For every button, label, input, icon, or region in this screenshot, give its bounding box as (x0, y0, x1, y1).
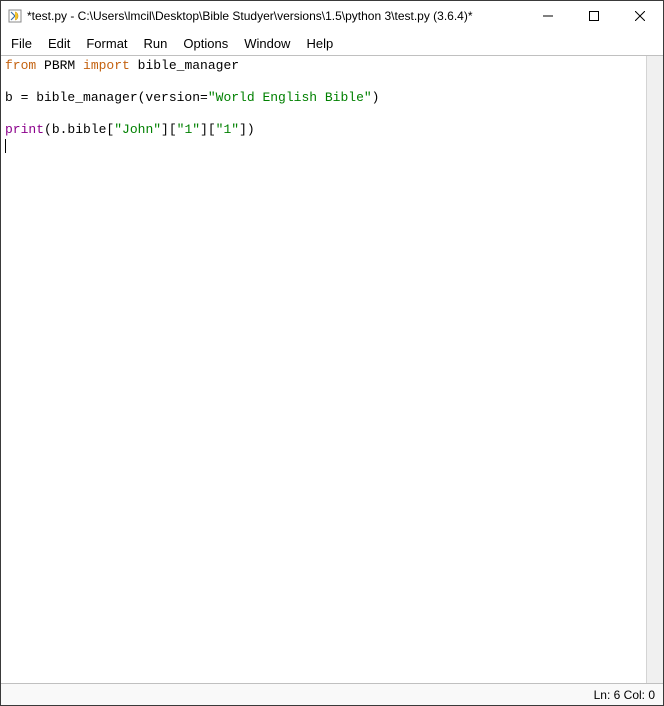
app-icon (7, 8, 23, 24)
menu-options[interactable]: Options (175, 34, 236, 53)
statusbar: Ln: 6 Col: 0 (1, 683, 663, 705)
menu-help[interactable]: Help (298, 34, 341, 53)
code-editor[interactable]: from PBRM import bible_manager b = bible… (1, 56, 663, 683)
menu-edit[interactable]: Edit (40, 34, 78, 53)
menu-window[interactable]: Window (236, 34, 298, 53)
menubar: File Edit Format Run Options Window Help (1, 31, 663, 55)
editor-wrap: from PBRM import bible_manager b = bible… (1, 55, 663, 683)
text-cursor (5, 139, 6, 153)
minimize-button[interactable] (525, 1, 571, 31)
code-token: ) (372, 90, 380, 105)
menu-run[interactable]: Run (136, 34, 176, 53)
cursor-position: Ln: 6 Col: 0 (594, 688, 655, 702)
close-button[interactable] (617, 1, 663, 31)
titlebar[interactable]: *test.py - C:\Users\lmcil\Desktop\Bible … (1, 1, 663, 31)
code-token: "John" (114, 122, 161, 137)
idle-window: *test.py - C:\Users\lmcil\Desktop\Bible … (0, 0, 664, 706)
code-token: (b.bible[ (44, 122, 114, 137)
maximize-button[interactable] (571, 1, 617, 31)
code-token: b = bible_manager(version= (5, 90, 208, 105)
code-token: "World English Bible" (208, 90, 372, 105)
menu-file[interactable]: File (3, 34, 40, 53)
code-token: from (5, 58, 36, 73)
window-title: *test.py - C:\Users\lmcil\Desktop\Bible … (27, 9, 473, 23)
code-token: "1" (216, 122, 239, 137)
vertical-scrollbar[interactable] (646, 56, 663, 683)
code-token: PBRM (36, 58, 83, 73)
code-token: bible_manager (130, 58, 239, 73)
code-token: print (5, 122, 44, 137)
code-token: ]) (239, 122, 255, 137)
code-token: import (83, 58, 130, 73)
caption-controls (525, 1, 663, 31)
code-token: ][ (161, 122, 177, 137)
code-token: ][ (200, 122, 216, 137)
code-token: "1" (177, 122, 200, 137)
menu-format[interactable]: Format (78, 34, 135, 53)
